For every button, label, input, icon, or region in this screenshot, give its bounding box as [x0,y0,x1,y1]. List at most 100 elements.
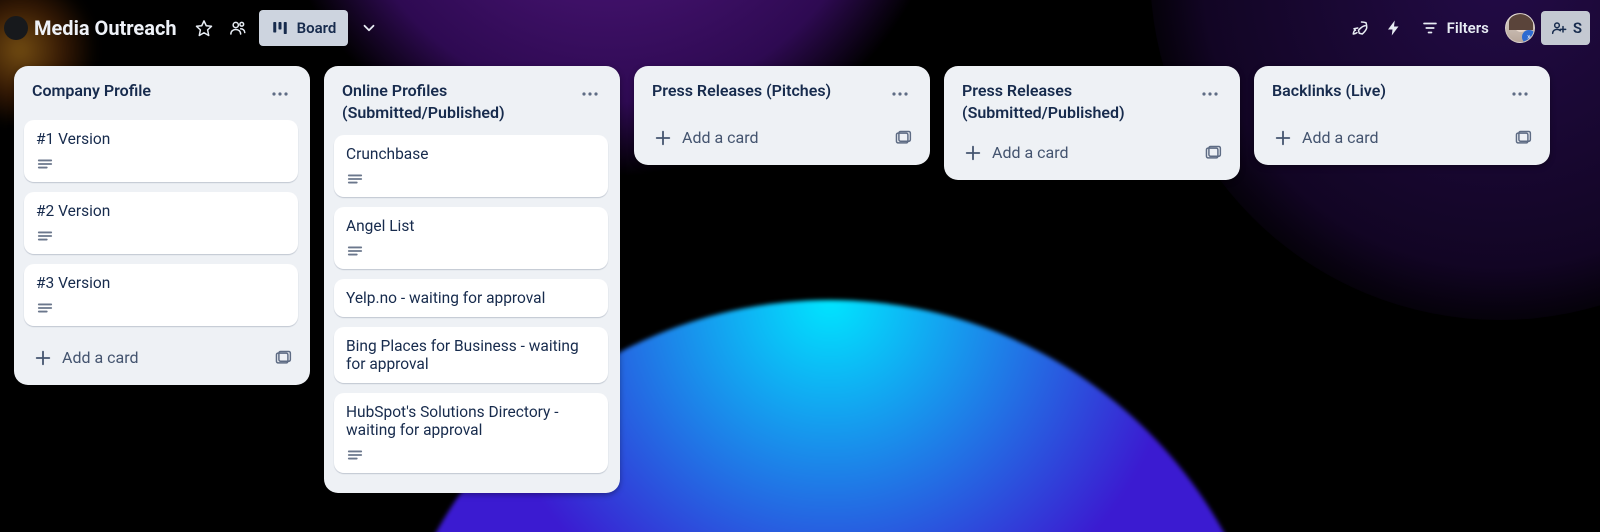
add-card-label: Add a card [992,143,1069,162]
dots-icon [1510,84,1530,104]
member-avatar[interactable]: » [1505,13,1535,43]
list-title[interactable]: Press Releases (Submitted/Published) [962,80,1196,123]
list-menu-button[interactable] [1506,80,1534,108]
list: Backlinks (Live) Add a card [1254,66,1550,165]
card-template-button[interactable] [1198,138,1228,168]
bolt-icon [1385,19,1403,37]
list-menu-button[interactable] [1196,80,1224,108]
add-card-button[interactable]: Add a card [646,122,882,153]
power-ups-button[interactable] [1343,11,1377,45]
people-icon [229,19,247,37]
rocket-icon [1351,19,1369,37]
card-badges [36,300,286,316]
list-title[interactable]: Online Profiles (Submitted/Published) [342,80,576,123]
dots-icon [1200,84,1220,104]
card-title: Yelp.no - waiting for approval [346,289,596,307]
card-template-button[interactable] [1508,123,1538,153]
template-icon [1204,144,1222,162]
list: Online Profiles (Submitted/Published) Cru… [324,66,620,493]
plus-icon [1274,129,1292,147]
dots-icon [580,84,600,104]
view-options-button[interactable] [352,11,386,45]
view-switcher-label: Board [297,19,337,37]
description-icon [346,243,364,259]
list-title[interactable]: Backlinks (Live) [1272,80,1506,102]
list-cards: Crunchbase Angel List Yelp.no - waiting fo… [332,131,612,483]
card-title: #3 Version [36,274,286,292]
description-icon [36,156,54,172]
share-button[interactable]: S [1541,11,1590,45]
card-title: Crunchbase [346,145,596,163]
card-title: Bing Places for Business - waiting for a… [346,337,596,373]
description-icon [346,447,364,463]
board-header: Media Outreach Board Filters » S [0,0,1600,56]
add-card-row: Add a card [1262,118,1542,155]
template-icon [1514,129,1532,147]
list-header: Press Releases (Submitted/Published) [952,76,1232,131]
star-icon [195,19,213,37]
plus-icon [654,129,672,147]
list-header: Online Profiles (Submitted/Published) [332,76,612,131]
list-header: Backlinks (Live) [1262,76,1542,116]
star-button[interactable] [187,11,221,45]
add-card-row: Add a card [642,118,922,155]
card-badges [346,243,596,259]
card-title: Angel List [346,217,596,235]
card-badges [36,156,286,172]
plus-icon [34,349,52,367]
plus-icon [964,144,982,162]
description-icon [36,300,54,316]
add-card-button[interactable]: Add a card [26,342,262,373]
list-title[interactable]: Press Releases (Pitches) [652,80,886,102]
list: Press Releases (Pitches) Add a card [634,66,930,165]
add-card-label: Add a card [682,128,759,147]
template-icon [274,349,292,367]
card-badges [36,228,286,244]
list-menu-button[interactable] [886,80,914,108]
list: Press Releases (Submitted/Published) Add … [944,66,1240,180]
person-plus-icon [1551,20,1567,36]
app-switcher[interactable] [4,16,28,40]
card-badges [346,447,596,463]
add-card-button[interactable]: Add a card [956,137,1192,168]
card[interactable]: Bing Places for Business - waiting for a… [334,327,608,383]
dots-icon [270,84,290,104]
card[interactable]: Crunchbase [334,135,608,197]
list-header: Company Profile [22,76,302,116]
card-title: #2 Version [36,202,286,220]
add-card-button[interactable]: Add a card [1266,122,1502,153]
dots-icon [890,84,910,104]
card[interactable]: Angel List [334,207,608,269]
card[interactable]: HubSpot's Solutions Directory - waiting … [334,393,608,473]
list: Company Profile #1 Version #2 Version #3 Ve… [14,66,310,385]
list-menu-button[interactable] [266,80,294,108]
card[interactable]: #3 Version [24,264,298,326]
board-canvas[interactable]: Company Profile #1 Version #2 Version #3 Ve… [0,56,1600,532]
share-label: S [1573,19,1582,37]
card-template-button[interactable] [888,123,918,153]
template-icon [894,129,912,147]
list-cards: #1 Version #2 Version #3 Version [22,116,302,336]
list-menu-button[interactable] [576,80,604,108]
filter-icon [1421,19,1439,37]
list-header: Press Releases (Pitches) [642,76,922,116]
board-view-icon [271,19,289,37]
card-title: #1 Version [36,130,286,148]
description-icon [346,171,364,187]
filters-label: Filters [1447,19,1489,37]
card[interactable]: Yelp.no - waiting for approval [334,279,608,317]
add-card-label: Add a card [62,348,139,367]
add-card-row: Add a card [952,133,1232,170]
board-title[interactable]: Media Outreach [34,16,177,40]
card[interactable]: #2 Version [24,192,298,254]
automation-button[interactable] [1377,11,1411,45]
workspace-visibility-button[interactable] [221,11,255,45]
view-switcher-button[interactable]: Board [259,10,349,46]
add-card-label: Add a card [1302,128,1379,147]
list-title[interactable]: Company Profile [32,80,266,102]
card-template-button[interactable] [268,343,298,373]
card-title: HubSpot's Solutions Directory - waiting … [346,403,596,439]
card-badges [346,171,596,187]
card[interactable]: #1 Version [24,120,298,182]
filters-button[interactable]: Filters [1411,11,1499,45]
